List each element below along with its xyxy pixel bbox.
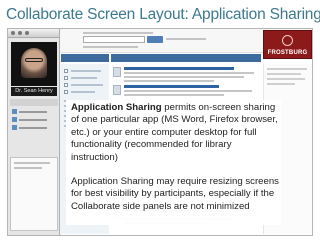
result-thumbnail <box>113 85 121 95</box>
filter-checkbox[interactable] <box>64 69 68 73</box>
participant-row[interactable] <box>12 125 56 130</box>
logo-text: FROSTBURG <box>267 50 308 56</box>
result-thumbnail <box>113 67 121 77</box>
callout-term: Application Sharing <box>71 102 162 113</box>
result-detail <box>124 72 254 74</box>
toolbar-dot-icon[interactable] <box>18 31 22 35</box>
participant-name <box>19 110 47 113</box>
slide-title: Collaborate Screen Layout: Application S… <box>6 6 320 23</box>
participant-row[interactable] <box>12 117 56 122</box>
participant-row[interactable] <box>12 109 56 114</box>
avatar-icon <box>12 117 17 122</box>
collaborate-side-panel: Dr. Sean Henry <box>8 29 60 235</box>
filter-label <box>71 70 101 72</box>
university-logo: FROSTBURG <box>263 30 312 59</box>
chat-panel[interactable] <box>10 157 58 231</box>
participant-name <box>19 126 47 129</box>
filter-checkbox[interactable] <box>64 83 68 87</box>
toolbar-dot-icon[interactable] <box>25 31 29 35</box>
sidebar-line <box>267 73 301 75</box>
logo-emblem-icon <box>282 35 293 46</box>
filter-label <box>71 84 103 86</box>
presenter-video <box>11 42 57 86</box>
sidebar-line <box>267 68 307 70</box>
filter-label <box>71 91 95 93</box>
chat-line <box>14 167 42 169</box>
search-button[interactable] <box>147 36 163 43</box>
participants-header[interactable] <box>10 99 58 106</box>
avatar-icon <box>12 109 17 114</box>
presenter-name: Dr. Sean Henry <box>11 87 57 96</box>
result-title-link[interactable] <box>124 67 234 70</box>
result-detail <box>124 90 252 92</box>
callout-paragraph-2: Application Sharing may require resizing… <box>71 176 279 212</box>
refine-results-bar <box>61 54 109 62</box>
result-detail <box>124 76 244 78</box>
filter-checkbox[interactable] <box>64 90 68 94</box>
result-detail <box>124 94 224 96</box>
header-text <box>83 32 153 34</box>
header-links[interactable] <box>166 38 206 40</box>
callout-paragraph-1: Application Sharing permits on-screen sh… <box>66 100 281 164</box>
filter-checkbox[interactable] <box>64 76 68 80</box>
result-detail <box>124 80 214 82</box>
search-input[interactable] <box>83 36 145 43</box>
sidebar-line <box>267 78 305 80</box>
chat-line <box>14 162 50 164</box>
callout-text-box: Application Sharing permits on-screen sh… <box>66 100 281 225</box>
header-subtext <box>83 46 138 48</box>
result-title-link[interactable] <box>124 85 219 88</box>
search-results-bar <box>111 54 261 62</box>
toolbar-dot-icon[interactable] <box>11 31 15 35</box>
presenter-glasses <box>25 58 43 62</box>
avatar-icon <box>12 125 17 130</box>
sidebar-line <box>267 83 295 85</box>
filter-label <box>71 77 97 79</box>
presenter-image <box>21 48 47 78</box>
participant-name <box>19 118 47 121</box>
panel-toolbar <box>8 29 59 38</box>
